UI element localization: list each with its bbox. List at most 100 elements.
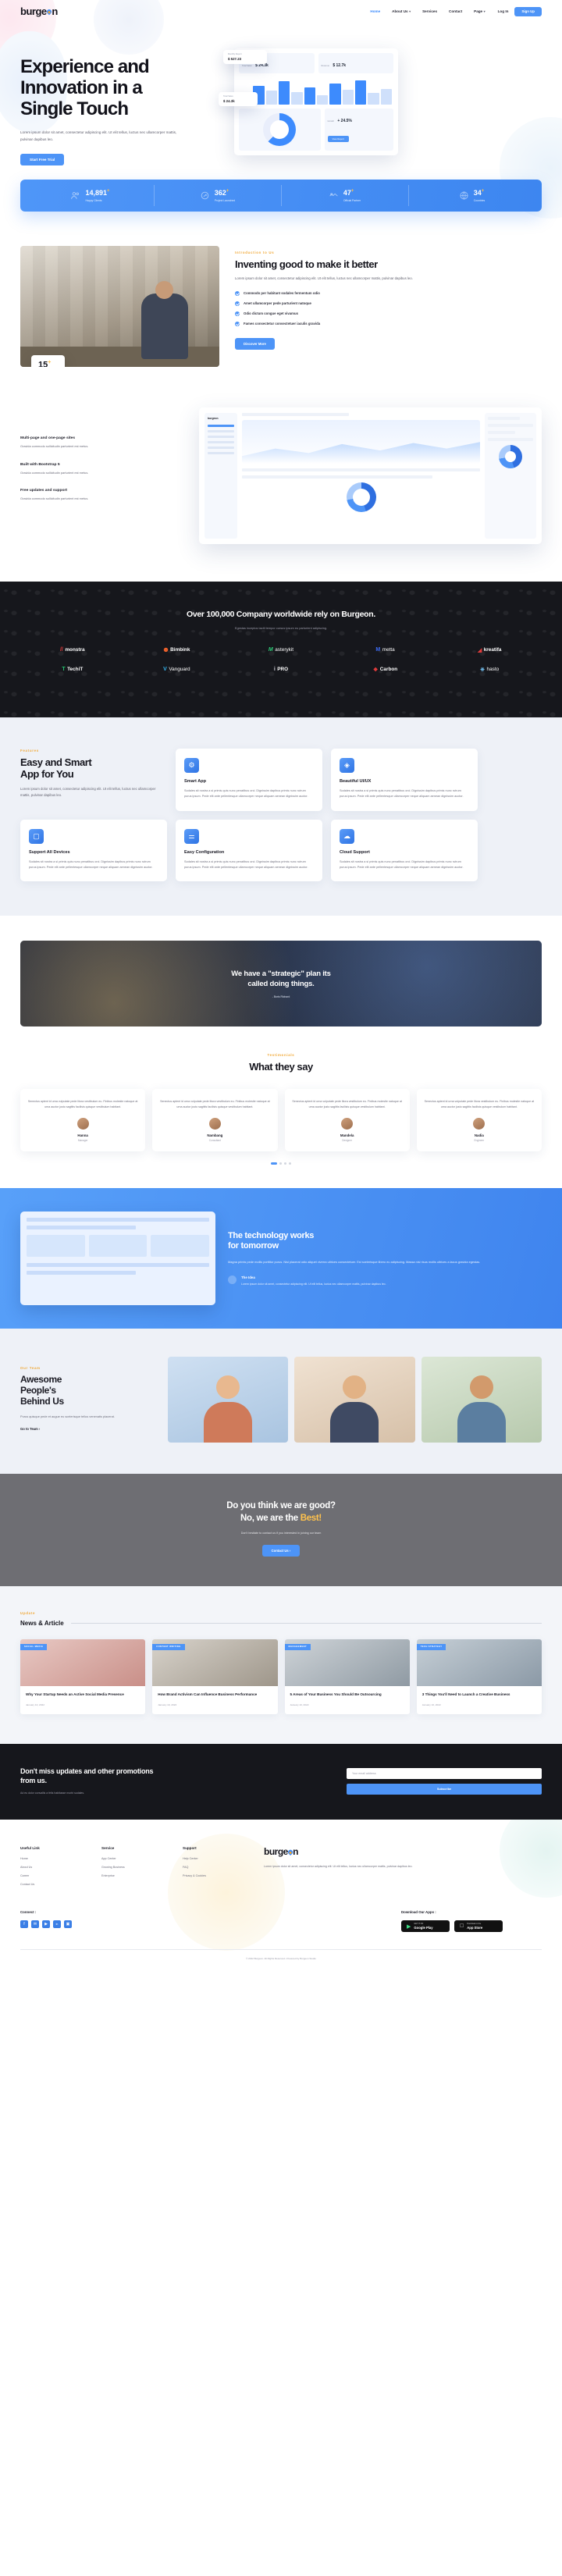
site-header: burge n Home About Us ▾ Services Contact P… xyxy=(0,0,562,19)
feature-card-support-all-devices[interactable]: ▢ Support All Devices Sodales sit nostra… xyxy=(20,819,167,882)
preview-item-body: Gravida commodo sollicitudin parturient … xyxy=(20,496,89,500)
testimonial-card: Senectus aptent id urna vulputate pede l… xyxy=(416,1088,542,1152)
footer-link-about-us[interactable]: About Us xyxy=(20,1866,87,1869)
google-play-icon: ▶ xyxy=(407,1923,411,1930)
features-body: Lorem ipsum dolor sit amet, consectetur … xyxy=(20,786,156,798)
brand-logo-vanguard: V Vanguard xyxy=(163,667,190,673)
logo[interactable]: burge n xyxy=(20,5,58,17)
feature-card-body: Sodales sit nostra a si primis quis nunc… xyxy=(29,859,153,869)
list-item: Multi-page and one-page sites Gravida co… xyxy=(20,436,188,449)
carousel-dot[interactable] xyxy=(289,1162,291,1165)
nav-item-page[interactable]: Page ▾ xyxy=(474,9,486,13)
news-section: Update News & Article SOCIAL MEDIA Why Y… xyxy=(0,1585,562,1744)
footer-link-contact-us[interactable]: Contact Us xyxy=(20,1883,87,1886)
footer-column-heading: Service xyxy=(101,1846,115,1851)
feature-card-smart-app[interactable]: ⚙ Smart App Sodales sit nostra a si prim… xyxy=(176,748,322,811)
check-icon xyxy=(235,311,240,316)
footer-link-home[interactable]: Home xyxy=(20,1857,87,1860)
intro-checklist: Commodo per habitant sodales fermentum o… xyxy=(235,290,542,326)
google-play-badge[interactable]: ▶ GET IT ON Google Play xyxy=(401,1920,450,1932)
avatar xyxy=(208,1118,221,1130)
nav-item-home[interactable]: Home xyxy=(370,9,380,13)
carousel-dots[interactable] xyxy=(20,1162,542,1165)
footer-link-enterprise[interactable]: Enterprise xyxy=(101,1874,169,1877)
app-screenshot-mock: burgeon xyxy=(199,407,542,544)
feature-card-easy-configuration[interactable]: ⚌ Easy Configuration Sodales sit nostra … xyxy=(176,819,322,882)
list-item: Built with Bootstrap 5 Gravida commodo s… xyxy=(20,463,188,475)
footer-link-privacy-cookies[interactable]: Privacy & Cookies xyxy=(183,1874,250,1877)
stat-item-happy-clients: 14,891+ Happy Clients xyxy=(27,189,154,202)
news-title: News & Article xyxy=(20,1619,64,1627)
footer-column-heading: Support xyxy=(183,1846,197,1851)
brand-logo-carbon: ❖ Carbon xyxy=(373,667,398,673)
dashboard-bar-chart xyxy=(239,78,393,105)
carousel-dot[interactable] xyxy=(279,1162,282,1165)
linkedin-icon[interactable]: in xyxy=(53,1920,61,1929)
floating-card-label: Total Sales xyxy=(223,95,233,98)
news-card[interactable]: SOCIAL MEDIA Why Your Startup Needs an A… xyxy=(20,1638,146,1714)
footer-link-app-center[interactable]: App Center xyxy=(101,1857,169,1860)
news-card[interactable]: MANAGEMENT 5 Areas of Your Business You … xyxy=(284,1638,410,1714)
dashboard-growth-value: + 24.5% xyxy=(337,119,352,123)
testimonial-name: Nadia xyxy=(474,1133,484,1138)
mock-logo: burgeon xyxy=(208,416,219,420)
dashboard-view-report-button[interactable]: View Report xyxy=(327,136,349,142)
news-thumbnail: MANAGEMENT xyxy=(284,1638,410,1686)
preview-item-title: Free updates and support xyxy=(20,488,68,493)
testimonials-eyebrow: Testimonials xyxy=(267,1053,295,1058)
facebook-icon[interactable]: f xyxy=(20,1920,28,1929)
footer-logo[interactable]: burge n xyxy=(264,1846,542,1857)
team-photo xyxy=(168,1357,289,1443)
app-store-badge[interactable]:  Download on theApp Store xyxy=(454,1920,503,1932)
newsletter-section: Don't miss updates and other promotions f… xyxy=(0,1744,562,1820)
stat-item-official-partner: 47+ Official Partner xyxy=(281,185,408,206)
feature-card-body: Sodales sit nostra a si primis quis nunc… xyxy=(184,859,308,869)
list-item: Amet ullamcorper pede parturient natoque xyxy=(235,301,542,306)
feature-card-beautiful-uiux[interactable]: ◈ Beautiful UI/UX Sodales sit nostra a s… xyxy=(331,748,478,811)
mock-donut-small xyxy=(499,444,522,468)
testimonial-role: Engineer xyxy=(474,1139,485,1143)
footer-link-faq[interactable]: FAQ xyxy=(183,1866,250,1869)
signup-button[interactable]: Sign Up xyxy=(514,6,542,16)
nav-item-services[interactable]: Services xyxy=(422,9,437,13)
news-eyebrow: Update xyxy=(20,1610,36,1615)
subscribe-button[interactable]: Subscribe xyxy=(347,1783,542,1795)
intro-cta-button[interactable]: Discover More xyxy=(235,337,275,350)
login-link[interactable]: Log In xyxy=(498,9,509,13)
twitter-icon[interactable]: ✉ xyxy=(31,1920,39,1929)
news-card[interactable]: TECH STRATEGY 3 Things You'll Need to La… xyxy=(416,1638,542,1714)
floating-card-label: Monthly Report xyxy=(228,53,242,55)
main-nav: Home About Us ▾ Services Contact Page ▾ xyxy=(370,9,485,13)
dashboard-card-value: $ 12.7k xyxy=(333,63,347,68)
email-field[interactable]: Your email address xyxy=(347,1767,542,1779)
feature-card-cloud-support[interactable]: ☁ Cloud Support Sodales sit nostra a si … xyxy=(331,819,478,882)
preview-item-title: Built with Bootstrap 5 xyxy=(20,462,60,467)
contact-us-button[interactable]: Contact Us › xyxy=(261,1544,301,1557)
chevron-down-icon: ▾ xyxy=(409,9,411,13)
brand-logo-metta: Mmetta xyxy=(375,647,395,653)
footer-link-help-center[interactable]: Help Center xyxy=(183,1857,250,1860)
feature-card-title: Support All Devices xyxy=(29,849,70,855)
footer-connect-heading: Connect : xyxy=(20,1910,37,1915)
brand-logo-grid: //monstra ⚉ Bimbink Masterykit Mmetta ◢ kr… xyxy=(20,647,542,686)
news-thumbnail: TECH STRATEGY xyxy=(416,1638,542,1686)
hero-section: Experience and Innovation in a Single To… xyxy=(0,19,562,212)
news-card[interactable]: CONTENT WRITING How Brand Activism Can I… xyxy=(152,1638,278,1714)
instagram-icon[interactable]: ▣ xyxy=(64,1920,72,1929)
features-eyebrow: Features xyxy=(20,748,39,753)
footer-column-support: Support Help Center FAQ Privacy & Cookie… xyxy=(183,1846,250,1891)
cloud-icon: ☁ xyxy=(340,828,354,844)
feature-card-body: Sodales sit nostra a si primis quis nunc… xyxy=(340,859,464,869)
carousel-dot-active[interactable] xyxy=(271,1162,277,1165)
footer-link-career[interactable]: Career xyxy=(20,1874,87,1877)
brand-logo-hasto: ❈ hasto xyxy=(480,667,500,673)
footer-link-growing-business[interactable]: Growing Business xyxy=(101,1866,169,1869)
hero-cta-button[interactable]: Start Free Trial xyxy=(20,154,65,166)
go-to-team-link[interactable]: Go to Team › xyxy=(20,1427,40,1431)
nav-item-about-us[interactable]: About Us ▾ xyxy=(392,9,411,13)
technology-body: Magna primis pede mollis porttitor purus… xyxy=(228,1260,481,1265)
feature-card-title: Easy Configuration xyxy=(184,849,225,855)
nav-item-contact[interactable]: Contact xyxy=(449,9,462,13)
youtube-icon[interactable]: ▶ xyxy=(42,1920,50,1929)
carousel-dot[interactable] xyxy=(284,1162,286,1165)
